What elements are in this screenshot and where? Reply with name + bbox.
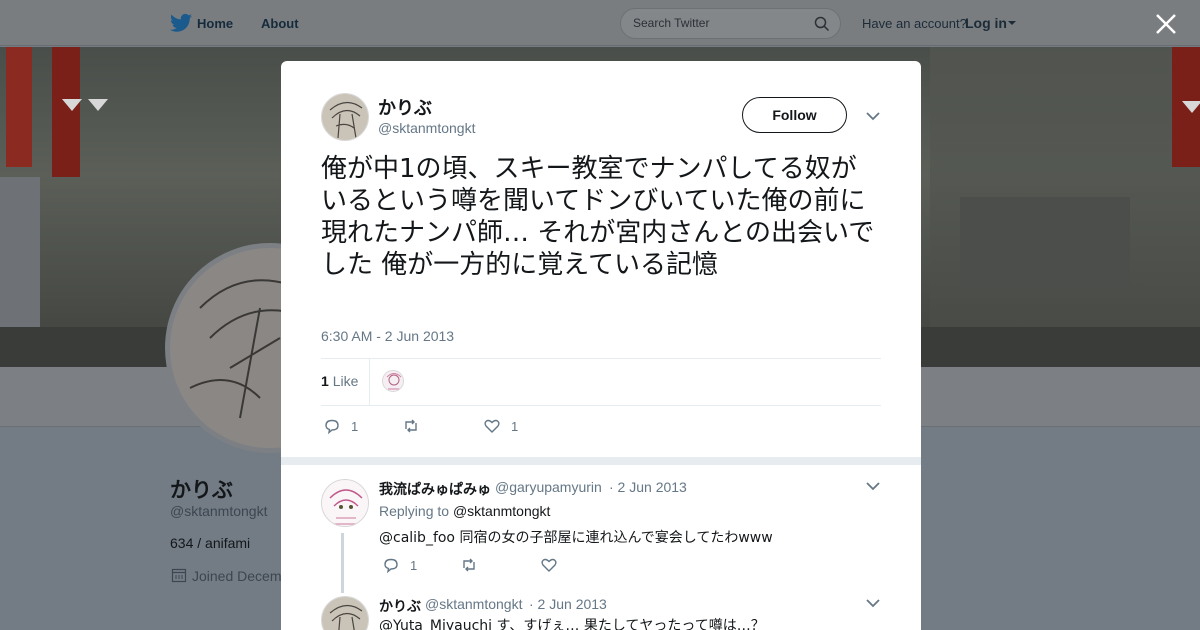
reply-action[interactable]: 1 [382,556,417,574]
reply-author-name[interactable]: かりぶ [379,596,421,616]
author-handle[interactable]: @sktanmtongkt [378,120,475,136]
profile-name: かりぶ [170,479,233,502]
login-caret-icon[interactable] [1008,21,1016,25]
chevron-down-icon[interactable] [866,111,880,121]
replying-to: Replying to @sktanmtongkt [379,503,550,519]
search-input[interactable]: Search Twitter [620,8,841,39]
like-action[interactable] [540,556,558,574]
chevron-down-icon[interactable] [866,481,880,491]
replying-to-handle[interactable]: @sktanmtongkt [453,503,550,519]
tweet-modal: かりぶ @sktanmtongkt Follow 俺が中1の頃、スキー教室でナン… [281,61,921,630]
twitter-bird-icon[interactable] [170,13,192,33]
author-avatar[interactable] [321,93,369,141]
replies-separator [281,457,921,465]
profile-joined-date: Joined Decem [192,568,282,584]
reply-count: 1 [410,557,418,573]
like-count: 1 [511,418,519,434]
reply-avatar[interactable] [321,596,369,630]
heart-icon [541,558,557,572]
tweet-timestamp[interactable]: 6:30 AM - 2 Jun 2013 [321,328,454,344]
calendar-icon [171,568,187,583]
reply-author-handle[interactable]: @sktanmtongkt [425,596,522,612]
nav-about-link[interactable]: About [261,16,299,31]
liker-avatar[interactable] [382,370,404,392]
retweet-icon [405,419,417,433]
profile-handle[interactable]: @sktanmtongkt [170,503,267,519]
reply-author-handle[interactable]: @garyupamyurin [495,479,602,495]
reply-count: 1 [351,418,359,434]
login-link[interactable]: Log in [965,15,1007,31]
stats-divider-top [321,358,881,359]
stats-divider-bottom [321,405,881,406]
reply-icon [325,419,339,435]
reply-action[interactable]: 1 [323,417,358,435]
heart-icon [484,419,500,433]
have-account-text: Have an account? [862,16,967,31]
tweet-text: 俺が中1の頃、スキー教室でナンパしてる奴がいるという噂を聞いてドンびいていた俺の… [321,154,875,280]
close-icon[interactable] [1154,12,1178,36]
retweet-icon [463,558,475,572]
like-action[interactable]: 1 [483,417,518,435]
retweet-action[interactable] [460,556,478,574]
search-placeholder: Search Twitter [633,16,710,30]
retweet-action[interactable] [402,417,430,435]
reply-date[interactable]: · 2 Jun 2013 [609,479,687,495]
author-name[interactable]: かりぶ [378,94,432,120]
reply-icon [384,558,398,574]
profile-bio: 634 / anifami [170,535,251,551]
reply-text: @Yuta_Miyauchi す、すげぇ… 果たしてヤったって噂は…？ [379,618,765,630]
likes-count: 1 [321,373,329,389]
replying-to-label: Replying to [379,503,450,519]
search-icon[interactable] [814,16,830,32]
reply-author-name[interactable]: 我流ぱみゅぱみゅ [379,479,491,499]
reply-text: @calib_foo 同宿の女の子部屋に連れ込んで宴会してたわwww [379,530,773,546]
follow-button[interactable]: Follow [742,97,847,133]
reply-avatar[interactable] [321,479,369,527]
nav-home-link[interactable]: Home [197,16,233,31]
stats-separator [369,359,370,405]
likes-stat[interactable]: 1 Like [321,373,358,389]
thread-line [341,533,344,593]
likes-label: Like [332,373,359,389]
top-navigation-bar: Home About Search Twitter Have an accoun… [0,0,1200,46]
chevron-down-icon[interactable] [866,598,880,608]
reply-date[interactable]: · 2 Jun 2013 [529,596,607,612]
